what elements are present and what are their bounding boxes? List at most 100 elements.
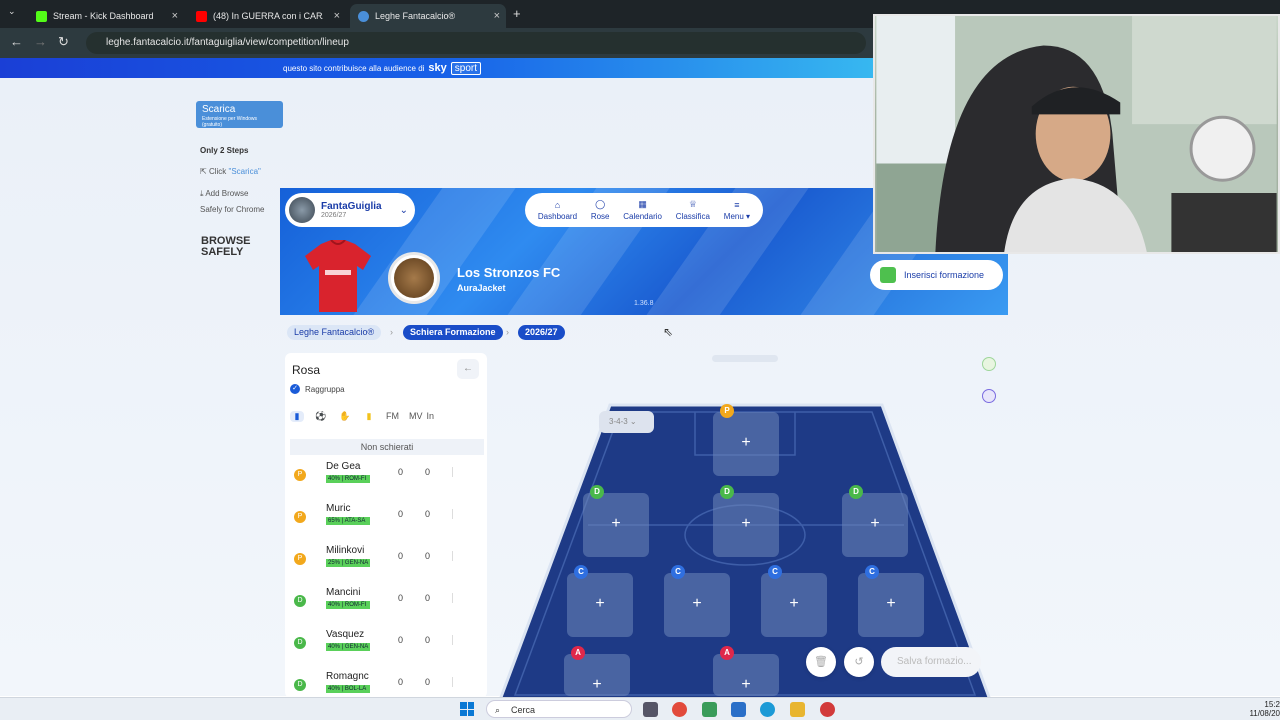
taskbar-clock[interactable]: 15:2 11/08/20 bbox=[1240, 700, 1280, 718]
scarica-ad-button[interactable]: Scarica Estensione per Windows (gratuito… bbox=[196, 101, 283, 128]
player-fm: 0 bbox=[398, 677, 404, 687]
role-badge: D bbox=[849, 485, 863, 499]
lineup-slot[interactable]: D + bbox=[842, 485, 908, 557]
nav-rose[interactable]: ◯ Rose bbox=[591, 199, 610, 221]
folder-icon[interactable] bbox=[790, 702, 805, 717]
close-icon[interactable]: × bbox=[494, 10, 500, 22]
back-icon[interactable]: ← bbox=[10, 34, 23, 49]
close-icon[interactable]: × bbox=[334, 10, 340, 22]
task-view-icon[interactable] bbox=[643, 702, 658, 717]
reset-icon[interactable]: ↺ bbox=[844, 647, 874, 677]
lineup-slot[interactable]: A + bbox=[564, 646, 630, 696]
edge-icon[interactable] bbox=[760, 702, 775, 717]
col-mv[interactable]: MV bbox=[409, 411, 423, 421]
formation-value: 3-4-3 bbox=[609, 417, 628, 426]
role-badge: D bbox=[720, 485, 734, 499]
nav-label: Rose bbox=[590, 212, 610, 221]
lineup-slot[interactable]: C + bbox=[761, 565, 827, 637]
nav-dashboard[interactable]: ⌂ Dashboard bbox=[538, 200, 577, 221]
tab-kick[interactable]: Stream - Kick Dashboard × bbox=[28, 4, 184, 28]
formation-selector[interactable]: 3-4-3 ⌄ bbox=[599, 411, 654, 433]
player-info: 40% | ROM-FI bbox=[326, 475, 370, 483]
player-info: 25% | GEN-NA bbox=[326, 559, 370, 567]
ad-steps-title: Only 2 Steps bbox=[200, 146, 249, 155]
list-view-icon[interactable] bbox=[982, 389, 996, 403]
clock-time: 15:2 bbox=[1264, 700, 1280, 709]
stats-filter-bar: ▮ ⚽ ✋ ▮ FM MV In bbox=[290, 407, 470, 425]
ad-step-2-label: Add Browse bbox=[205, 189, 249, 198]
breadcrumb-season[interactable]: 2026/27 bbox=[518, 325, 565, 340]
user-league-selector[interactable]: FantaGuiglia 2026/27 ⌄ bbox=[285, 193, 415, 227]
nav-calendario[interactable]: ▦ Calendario bbox=[623, 199, 662, 221]
sky-audience-banner[interactable]: questo sito contribuisce alla audience d… bbox=[0, 58, 875, 78]
tab-label: Leghe Fantacalcio® bbox=[375, 11, 456, 21]
tab-youtube[interactable]: (48) In GUERRA con i CARABIN × bbox=[188, 4, 346, 28]
bar-chart-icon[interactable]: ▮ bbox=[290, 410, 304, 422]
player-row[interactable]: P De Gea 40% | ROM-FI 0 0 bbox=[290, 457, 484, 499]
player-name: Muric bbox=[326, 503, 351, 514]
new-tab-icon[interactable]: + bbox=[513, 6, 521, 21]
youtube-icon bbox=[196, 10, 207, 22]
address-bar: ← → ↻ leghe.fantacalcio.it/fantaguiglia/… bbox=[0, 28, 875, 58]
save-lineup-button[interactable]: Salva formazio... bbox=[881, 647, 981, 677]
breadcrumb-leghe[interactable]: Leghe Fantacalcio® bbox=[287, 325, 382, 340]
raggruppa-label: Raggruppa bbox=[305, 384, 345, 394]
add-player-icon: + bbox=[886, 595, 896, 612]
col-in[interactable]: In bbox=[427, 411, 435, 421]
close-icon[interactable]: × bbox=[172, 10, 178, 22]
role-badge: C bbox=[671, 565, 685, 579]
lineup-slot[interactable]: C + bbox=[664, 565, 730, 637]
check-icon: ✓ bbox=[290, 384, 300, 394]
lineup-slot[interactable]: C + bbox=[567, 565, 633, 637]
add-player-icon: + bbox=[870, 515, 880, 532]
col-fm[interactable]: FM bbox=[386, 411, 399, 421]
lineup-slot[interactable]: C + bbox=[858, 565, 924, 637]
chrome-icon[interactable] bbox=[672, 702, 687, 717]
player-row[interactable]: D Vasquez 40% | GEN-NA 0 0 bbox=[290, 625, 484, 667]
nav-label: Calendario bbox=[623, 212, 662, 221]
forward-icon[interactable]: → bbox=[34, 34, 47, 49]
shield-icon: ◯ bbox=[595, 199, 606, 209]
add-player-icon: + bbox=[741, 515, 751, 532]
lineup-slot[interactable]: D + bbox=[713, 485, 779, 557]
player-row[interactable]: D Mancini 40% | ROM-FI 0 0 bbox=[290, 583, 484, 625]
player-row[interactable]: D Romagnc 40% | BOL-LA 0 0 bbox=[290, 667, 484, 698]
store-icon[interactable] bbox=[731, 702, 746, 717]
lineup-slot[interactable]: D + bbox=[583, 485, 649, 557]
nav-menu[interactable]: ≡ Menu ▾ bbox=[724, 200, 750, 221]
tab-list-chevron-icon[interactable]: ⌄ bbox=[8, 6, 16, 17]
lineup-slot[interactable]: A + bbox=[713, 646, 779, 696]
raggruppa-checkbox[interactable]: ✓ Raggruppa bbox=[290, 384, 345, 394]
role-badge: C bbox=[865, 565, 879, 579]
tab-leghe[interactable]: Leghe Fantacalcio® × bbox=[350, 4, 506, 28]
taskbar-search[interactable]: ⌕ Cerca bbox=[486, 700, 632, 718]
role-badge: A bbox=[720, 646, 734, 660]
add-player-icon: + bbox=[592, 676, 602, 693]
browse-safely-text: BROWSE SAFELY bbox=[201, 235, 251, 258]
divider bbox=[452, 467, 453, 477]
windows-taskbar bbox=[0, 697, 1280, 720]
yellow-card-icon[interactable]: ▮ bbox=[362, 411, 376, 422]
field-view-icon[interactable] bbox=[982, 357, 996, 371]
trash-icon[interactable]: 🗑 bbox=[806, 647, 836, 677]
glove-icon[interactable]: ✋ bbox=[338, 411, 352, 422]
windows-start-icon[interactable] bbox=[460, 702, 474, 716]
main-nav: ⌂ Dashboard ◯ Rose ▦ Calendario ♕ Classifica… bbox=[525, 193, 763, 227]
player-mv: 0 bbox=[425, 467, 431, 477]
calculator-icon[interactable] bbox=[702, 702, 717, 717]
league-season: 2026/27 bbox=[321, 212, 347, 219]
player-row[interactable]: P Milinkovi 25% | GEN-NA 0 0 bbox=[290, 541, 484, 583]
app-icon[interactable] bbox=[820, 702, 835, 717]
breadcrumb-schiera[interactable]: Schiera Formazione bbox=[403, 325, 503, 340]
url-field[interactable]: leghe.fantacalcio.it/fantaguiglia/view/c… bbox=[86, 32, 866, 54]
insert-lineup-button[interactable]: Inserisci formazione bbox=[870, 260, 1003, 290]
player-mv: 0 bbox=[425, 677, 431, 687]
reload-icon[interactable]: ↻ bbox=[58, 34, 69, 50]
role-badge: C bbox=[574, 565, 588, 579]
divider bbox=[452, 593, 453, 603]
collapse-arrow-icon[interactable]: ← bbox=[457, 359, 479, 379]
nav-classifica[interactable]: ♕ Classifica bbox=[676, 199, 710, 221]
ball-icon[interactable]: ⚽ bbox=[314, 411, 328, 422]
player-row[interactable]: P Muric 65% | ATA-SA 0 0 bbox=[290, 499, 484, 541]
lineup-slot[interactable]: P + bbox=[713, 404, 779, 476]
